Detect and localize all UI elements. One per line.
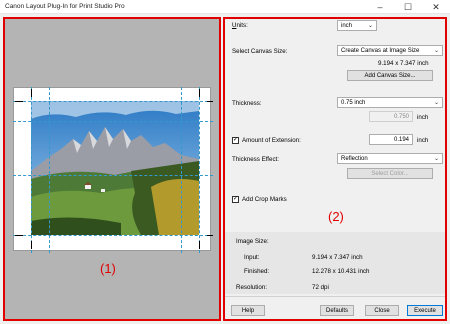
- crop-mark: [207, 235, 213, 236]
- extension-checkbox[interactable]: ✓: [232, 137, 239, 144]
- thickness-effect-label: Thickness Effect:: [232, 156, 279, 163]
- extension-label[interactable]: Amount of Extension:: [242, 137, 301, 144]
- guide-line-upper: [13, 121, 213, 122]
- resolution-label: Resolution:: [236, 284, 267, 291]
- crop-mark: [31, 89, 32, 97]
- crop-marks-checkbox[interactable]: ✓: [232, 196, 239, 203]
- canvas-dimensions: 9.194 x 7.347 inch: [378, 60, 429, 67]
- add-canvas-size-button[interactable]: Add Canvas Size...: [347, 70, 433, 81]
- guide-line-right: [199, 87, 200, 253]
- guide-line-bottom: [13, 235, 213, 236]
- crop-mark: [199, 89, 200, 97]
- crop-mark: [31, 241, 32, 249]
- preview-area: (1): [3, 17, 221, 321]
- chevron-down-icon: ⌄: [367, 23, 373, 29]
- thickness-label: Thickness:: [232, 100, 262, 107]
- thickness-custom-input: 0.750: [369, 111, 413, 122]
- maximize-button[interactable]: ☐: [394, 0, 422, 14]
- thickness-select[interactable]: 0.75 inch ⌄: [337, 97, 443, 108]
- close-button[interactable]: Close: [365, 305, 399, 316]
- chevron-down-icon: ⌄: [433, 100, 439, 106]
- thickness-effect-select[interactable]: Reflection ⌄: [337, 153, 443, 164]
- callout-preview: (1): [100, 261, 116, 276]
- crop-mark: [207, 101, 213, 102]
- chevron-down-icon: ⌄: [433, 156, 439, 162]
- units-label: Units:: [232, 22, 248, 29]
- crop-marks-label[interactable]: Add Crop Marks: [242, 196, 287, 203]
- defaults-button[interactable]: Defaults: [320, 305, 354, 316]
- execute-button[interactable]: Execute: [407, 305, 443, 316]
- finished-size-value: 12.278 x 10.431 inch: [312, 268, 370, 275]
- guide-line-inner-left: [49, 87, 50, 253]
- guide-line-inner-right: [181, 87, 182, 253]
- crop-mark: [15, 235, 23, 236]
- close-window-button[interactable]: ✕: [422, 0, 450, 14]
- chevron-down-icon: ⌄: [433, 48, 439, 54]
- button-separator: [225, 296, 445, 297]
- extension-unit: inch: [417, 137, 429, 144]
- input-size-value: 9.194 x 7.347 inch: [312, 254, 363, 261]
- thickness-unit: inch: [417, 114, 429, 121]
- callout-settings: (2): [328, 209, 344, 224]
- canvas-size-label: Select Canvas Size:: [232, 48, 288, 55]
- minimize-button[interactable]: –: [366, 0, 394, 14]
- guide-line-left: [31, 87, 32, 253]
- help-button[interactable]: Help: [231, 305, 265, 316]
- select-color-button[interactable]: Select Color...: [347, 168, 433, 179]
- input-size-label: Input:: [244, 254, 260, 261]
- crop-mark: [199, 241, 200, 249]
- image-size-heading: Image Size:: [236, 238, 269, 245]
- guide-line-top: [13, 101, 213, 102]
- resolution-value: 72 dpi: [312, 284, 329, 291]
- window-title: Canon Layout Plug-In for Print Studio Pr…: [5, 3, 125, 10]
- crop-mark: [15, 101, 23, 102]
- extension-input[interactable]: 0.194: [369, 134, 413, 145]
- guide-line-middle: [13, 175, 213, 176]
- units-select[interactable]: inch ⌄: [337, 20, 377, 31]
- canvas-size-select[interactable]: Create Canvas at Image Size ⌄: [337, 45, 443, 56]
- title-bar: Canon Layout Plug-In for Print Studio Pr…: [0, 0, 450, 14]
- finished-size-label: Finished:: [244, 268, 270, 275]
